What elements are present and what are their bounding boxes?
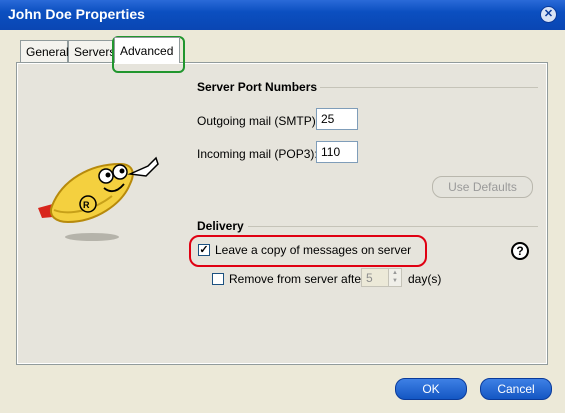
delivery-heading: Delivery — [197, 219, 244, 233]
tab-servers[interactable]: Servers — [68, 40, 116, 62]
delivery-divider — [248, 226, 538, 227]
use-defaults-label: Use Defaults — [448, 180, 517, 194]
help-icon[interactable]: ? — [511, 242, 529, 260]
incoming-mail-label: Incoming mail (POP3): — [197, 147, 318, 161]
mascot-illustration: R — [38, 156, 159, 241]
tab-general-label: General — [26, 45, 69, 59]
mascot-shadow — [65, 233, 119, 241]
days-input[interactable]: 5 — [361, 268, 389, 287]
spin-down-icon[interactable]: ▼ — [389, 277, 401, 285]
server-ports-divider — [320, 87, 538, 88]
days-spinner[interactable]: ▲ ▼ — [388, 268, 402, 287]
cancel-label: Cancel — [497, 382, 535, 396]
leave-copy-highlight — [189, 235, 427, 267]
tab-advanced[interactable]: Advanced — [114, 37, 180, 63]
incoming-port-input[interactable]: 110 — [316, 141, 358, 163]
spin-up-icon[interactable]: ▲ — [389, 269, 401, 277]
tab-general[interactable]: General — [20, 40, 69, 62]
properties-dialog: John Doe Properties ✕ General Servers Ad… — [0, 0, 565, 413]
window-title: John Doe Properties — [8, 6, 145, 22]
tab-advanced-label: Advanced — [120, 44, 174, 58]
outgoing-mail-label: Outgoing mail (SMTP): — [197, 114, 320, 128]
remove-from-server-checkbox[interactable] — [212, 273, 224, 285]
ok-button[interactable]: OK — [395, 378, 467, 400]
tab-servers-label: Servers — [74, 45, 116, 59]
days-suffix-label: day(s) — [408, 272, 442, 286]
mascot-hand — [127, 156, 159, 177]
server-ports-heading: Server Port Numbers — [197, 80, 318, 94]
ok-label: OK — [422, 382, 440, 396]
cancel-button[interactable]: Cancel — [480, 378, 552, 400]
title-bar[interactable]: John Doe Properties ✕ — [0, 0, 565, 30]
close-icon[interactable]: ✕ — [540, 6, 557, 23]
remove-from-server-label[interactable]: Remove from server after — [229, 272, 365, 286]
outgoing-port-input[interactable]: 25 — [316, 108, 358, 130]
use-defaults-button[interactable]: Use Defaults — [432, 176, 533, 198]
svg-text:R: R — [83, 200, 90, 210]
